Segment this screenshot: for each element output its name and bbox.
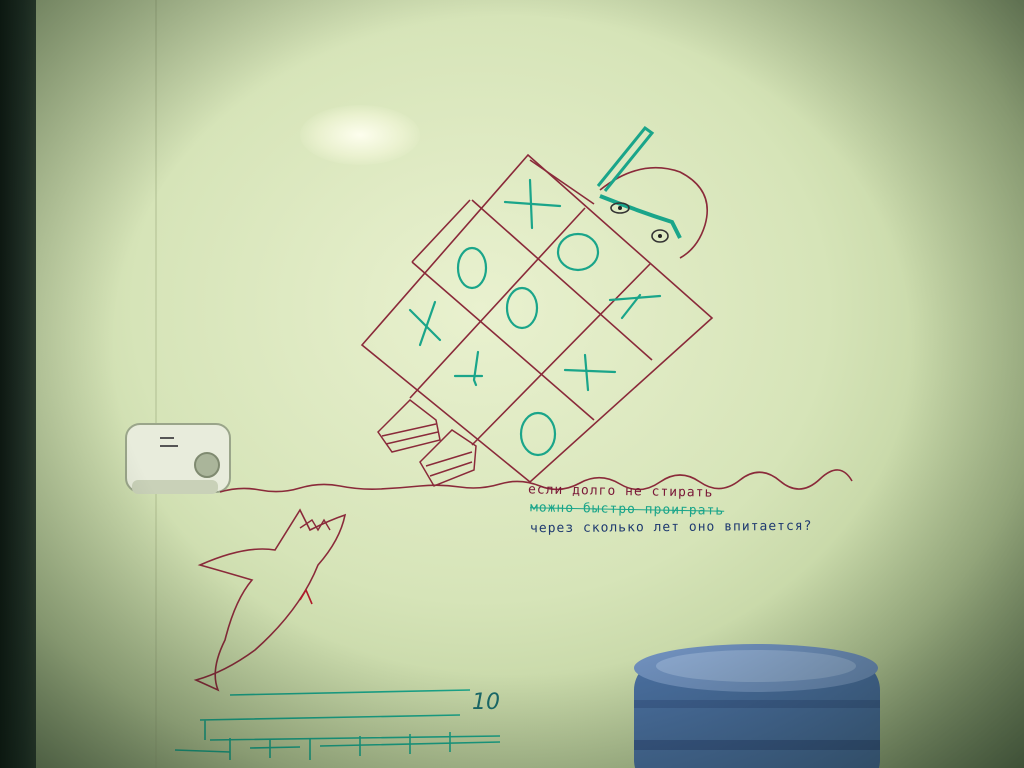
- eraser-magnet: [125, 423, 231, 494]
- score-mark: 10: [472, 690, 500, 715]
- diver-flippers: [377, 399, 477, 487]
- diver-head: [596, 125, 709, 259]
- water-bottle: [634, 644, 880, 768]
- whiteboard-photo: если долго не стирать можно быстро проиг…: [0, 0, 1024, 768]
- o-marks: [456, 232, 600, 457]
- shark-drawing: [193, 508, 347, 692]
- bottom-scribbles: [174, 689, 501, 760]
- x-marks: [408, 178, 662, 392]
- note-line-1: если долго не стирать: [527, 482, 714, 501]
- note-line-3: через сколько лет оно впитается?: [529, 518, 813, 537]
- marker-drawings: [125, 125, 880, 768]
